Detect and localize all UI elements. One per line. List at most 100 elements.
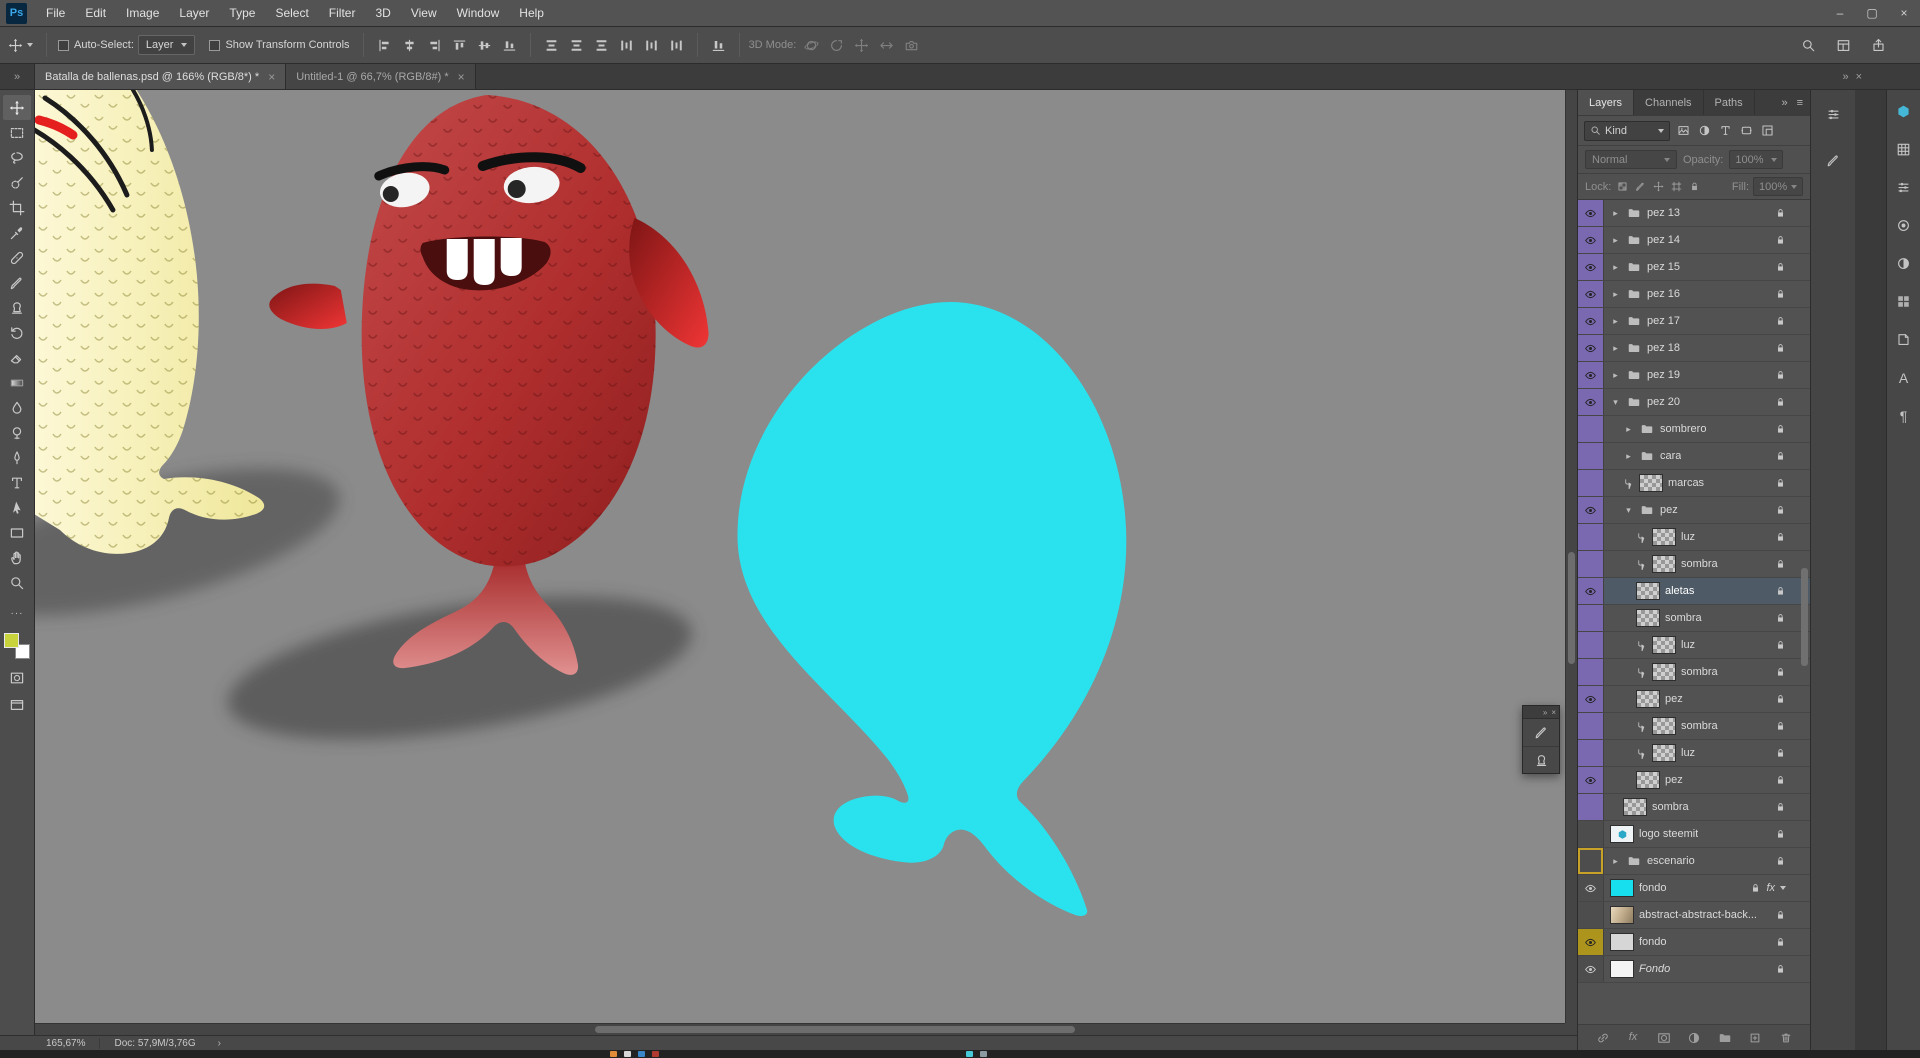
- layer-row[interactable]: ▾ pez 20: [1578, 389, 1810, 416]
- pan-button[interactable]: [850, 35, 873, 56]
- layer-visibility-toggle[interactable]: [1578, 389, 1604, 415]
- layer-visibility-toggle[interactable]: [1578, 524, 1604, 550]
- brush-settings-button[interactable]: [1523, 719, 1559, 746]
- lock-paint-button[interactable]: [1633, 179, 1648, 194]
- taskbar-item[interactable]: [966, 1051, 973, 1057]
- layer-visibility-toggle[interactable]: [1578, 200, 1604, 226]
- history-brush-tool[interactable]: [3, 320, 31, 345]
- tab-close-button[interactable]: ×: [458, 70, 465, 84]
- dodge-tool[interactable]: [3, 420, 31, 445]
- minimize-button[interactable]: –: [1824, 0, 1856, 26]
- canvas-horizontal-scrollbar[interactable]: [35, 1023, 1565, 1035]
- panel-collapse-button[interactable]: »: [1543, 708, 1547, 717]
- healing-tool[interactable]: [3, 245, 31, 270]
- layer-visibility-toggle[interactable]: [1578, 335, 1604, 361]
- layer-visibility-toggle[interactable]: [1578, 605, 1604, 631]
- auto-select-checkbox[interactable]: [58, 39, 69, 51]
- lasso-tool[interactable]: [3, 145, 31, 170]
- taskbar-item[interactable]: [652, 1051, 659, 1057]
- twirl-collapsed-icon[interactable]: ▸: [1610, 856, 1621, 867]
- layer-row-main[interactable]: sombra: [1604, 713, 1810, 739]
- menu-edit[interactable]: Edit: [75, 0, 116, 26]
- twirl-collapsed-icon[interactable]: ▸: [1610, 262, 1621, 273]
- layer-visibility-toggle[interactable]: [1578, 659, 1604, 685]
- mask-button[interactable]: [1654, 1028, 1674, 1048]
- layer-row-main[interactable]: ▸ pez 14: [1604, 227, 1810, 253]
- taskbar-item[interactable]: [610, 1051, 617, 1057]
- lock-transparent-button[interactable]: [1615, 179, 1630, 194]
- zoom-level-field[interactable]: 165,67%: [46, 1037, 101, 1049]
- layer-row-main[interactable]: fondo fx: [1604, 875, 1810, 901]
- trash-button[interactable]: [1776, 1028, 1796, 1048]
- dock-close-button[interactable]: ×: [1856, 71, 1862, 83]
- layer-row[interactable]: luz: [1578, 524, 1810, 551]
- type-tool[interactable]: [3, 470, 31, 495]
- screen-mode-button[interactable]: [3, 692, 31, 717]
- layer-row[interactable]: sombra: [1578, 605, 1810, 632]
- menu-layer[interactable]: Layer: [169, 0, 219, 26]
- menu-filter[interactable]: Filter: [319, 0, 366, 26]
- menu-help[interactable]: Help: [509, 0, 554, 26]
- opacity-dropdown[interactable]: 100%: [1729, 150, 1784, 169]
- dist-middle-button[interactable]: [565, 35, 588, 56]
- layer-row[interactable]: logo steemit: [1578, 821, 1810, 848]
- layer-visibility-toggle[interactable]: [1578, 875, 1604, 901]
- layer-row[interactable]: ▸ escenario: [1578, 848, 1810, 875]
- layer-row-main[interactable]: pez: [1604, 767, 1810, 793]
- layer-visibility-toggle[interactable]: [1578, 686, 1604, 712]
- layer-visibility-toggle[interactable]: [1578, 632, 1604, 658]
- layer-thumbnail[interactable]: [1636, 582, 1660, 600]
- adjustments-panel-button[interactable]: [1892, 252, 1915, 275]
- layer-row-main[interactable]: ▸ escenario: [1604, 848, 1810, 874]
- align-bottom-button[interactable]: [498, 35, 521, 56]
- panel-tab-layers[interactable]: Layers: [1578, 90, 1635, 115]
- twirl-collapsed-icon[interactable]: ▸: [1623, 424, 1634, 435]
- panel-close-button[interactable]: ×: [1551, 708, 1556, 717]
- fx-button[interactable]: fx: [1623, 1028, 1643, 1048]
- layer-thumbnail[interactable]: [1652, 528, 1676, 546]
- menu-view[interactable]: View: [401, 0, 447, 26]
- layer-row[interactable]: ▾ pez: [1578, 497, 1810, 524]
- layer-row-main[interactable]: sombra: [1604, 659, 1810, 685]
- layer-row[interactable]: fondo fx: [1578, 875, 1810, 902]
- menu-3d[interactable]: 3D: [365, 0, 400, 26]
- layer-thumbnail[interactable]: [1652, 636, 1676, 654]
- twirl-collapsed-icon[interactable]: ▸: [1610, 343, 1621, 354]
- align-mid-button[interactable]: [473, 35, 496, 56]
- dist-left-button[interactable]: [615, 35, 638, 56]
- layer-row[interactable]: abstract-abstract-back...: [1578, 902, 1810, 929]
- status-options-button[interactable]: ›: [210, 1038, 229, 1049]
- layer-row-main[interactable]: ▾ pez 20: [1604, 389, 1810, 415]
- swatches-panel-button[interactable]: [1892, 138, 1915, 161]
- tab-close-button[interactable]: ×: [268, 70, 275, 84]
- layer-row[interactable]: ▸ pez 13: [1578, 200, 1810, 227]
- layer-row-main[interactable]: ▸ pez 15: [1604, 254, 1810, 280]
- layer-thumbnail[interactable]: [1610, 960, 1634, 978]
- twirl-collapsed-icon[interactable]: ▸: [1623, 451, 1634, 462]
- layer-row-main[interactable]: luz: [1604, 524, 1810, 550]
- dist-top-button[interactable]: [540, 35, 563, 56]
- layer-row-main[interactable]: luz: [1604, 740, 1810, 766]
- layer-visibility-toggle[interactable]: [1578, 416, 1604, 442]
- twirl-collapsed-icon[interactable]: ▸: [1610, 289, 1621, 300]
- layer-row[interactable]: sombra: [1578, 794, 1810, 821]
- quick-select-tool[interactable]: [3, 170, 31, 195]
- zoom-tool[interactable]: [3, 570, 31, 595]
- layer-visibility-toggle[interactable]: [1578, 794, 1604, 820]
- close-button[interactable]: ×: [1888, 0, 1920, 26]
- layer-thumbnail[interactable]: [1652, 663, 1676, 681]
- orbit-button[interactable]: [800, 35, 823, 56]
- character-panel-button[interactable]: A: [1892, 366, 1915, 389]
- layer-visibility-toggle[interactable]: [1578, 821, 1604, 847]
- color-panel-button[interactable]: [1892, 214, 1915, 237]
- properties-panel-button[interactable]: [1817, 100, 1849, 128]
- layer-thumbnail[interactable]: [1636, 771, 1660, 789]
- layer-thumbnail[interactable]: [1639, 474, 1663, 492]
- lock-all-button[interactable]: [1687, 179, 1702, 194]
- marquee-tool[interactable]: [3, 120, 31, 145]
- layer-row-main[interactable]: ▸ cara: [1604, 443, 1810, 469]
- layer-visibility-toggle[interactable]: [1578, 740, 1604, 766]
- menu-window[interactable]: Window: [447, 0, 510, 26]
- gradient-tool[interactable]: [3, 370, 31, 395]
- layers-scroll-thumb[interactable]: [1801, 568, 1808, 666]
